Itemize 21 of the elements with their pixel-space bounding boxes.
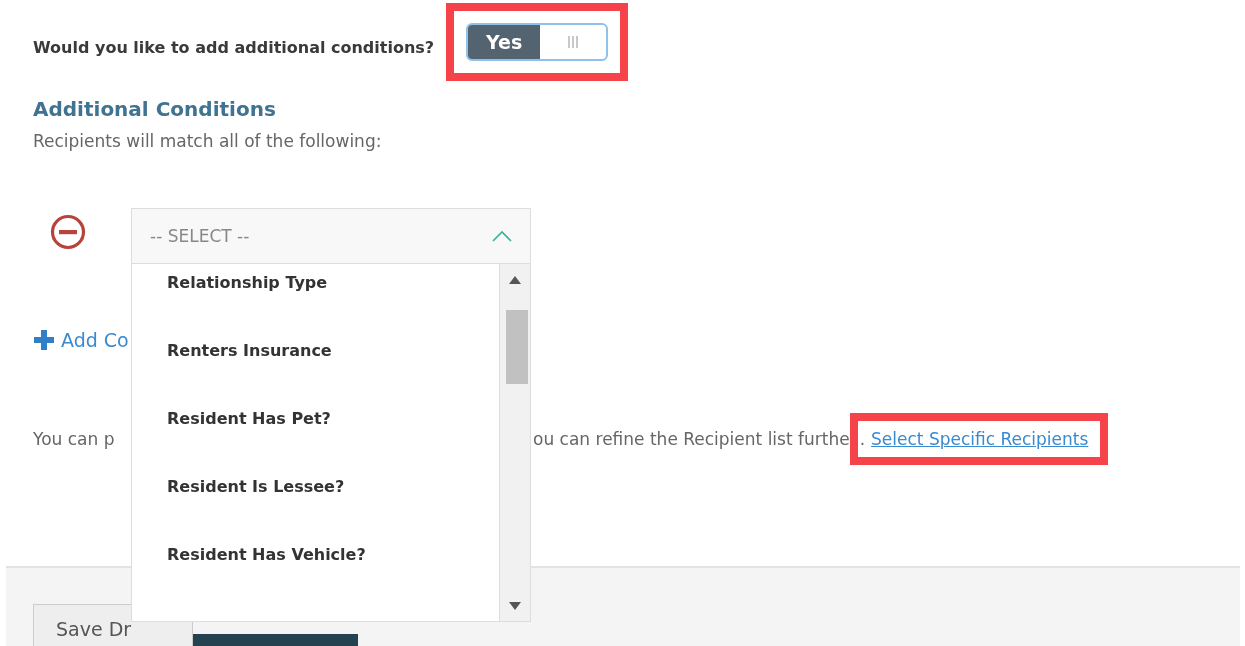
- section-subtitle: Recipients will match all of the following:: [33, 131, 383, 151]
- question-label: Would you like to add additional conditions?: [33, 38, 435, 57]
- chevron-icon: [492, 230, 512, 242]
- note-text: ou can refine the Recipient list furthe: [533, 429, 850, 449]
- dropdown-option[interactable]: Resident Is Lessee?: [167, 472, 499, 540]
- select-recipients-link[interactable]: Select Specific Recipients: [871, 429, 1089, 449]
- scroll-up-icon[interactable]: [509, 276, 521, 284]
- dropdown-option[interactable]: Renters Insurance: [167, 336, 499, 404]
- add-condition-link[interactable]: Add Co: [33, 329, 131, 351]
- plus-icon: [33, 329, 55, 351]
- scrollbar[interactable]: [499, 264, 530, 621]
- dropdown-option[interactable]: Relationship Type: [167, 268, 499, 336]
- section-heading: Additional Conditions: [33, 97, 277, 121]
- period-text: .: [859, 429, 866, 449]
- remove-icon[interactable]: [50, 214, 86, 250]
- scroll-down-icon[interactable]: [509, 602, 521, 610]
- scroll-thumb[interactable]: [506, 310, 528, 384]
- grip-icon: [566, 34, 581, 49]
- dropdown-option[interactable]: Resident Has Pet?: [167, 404, 499, 472]
- note-text: You can p: [33, 429, 116, 449]
- toggle-switch[interactable]: Yes: [466, 22, 609, 61]
